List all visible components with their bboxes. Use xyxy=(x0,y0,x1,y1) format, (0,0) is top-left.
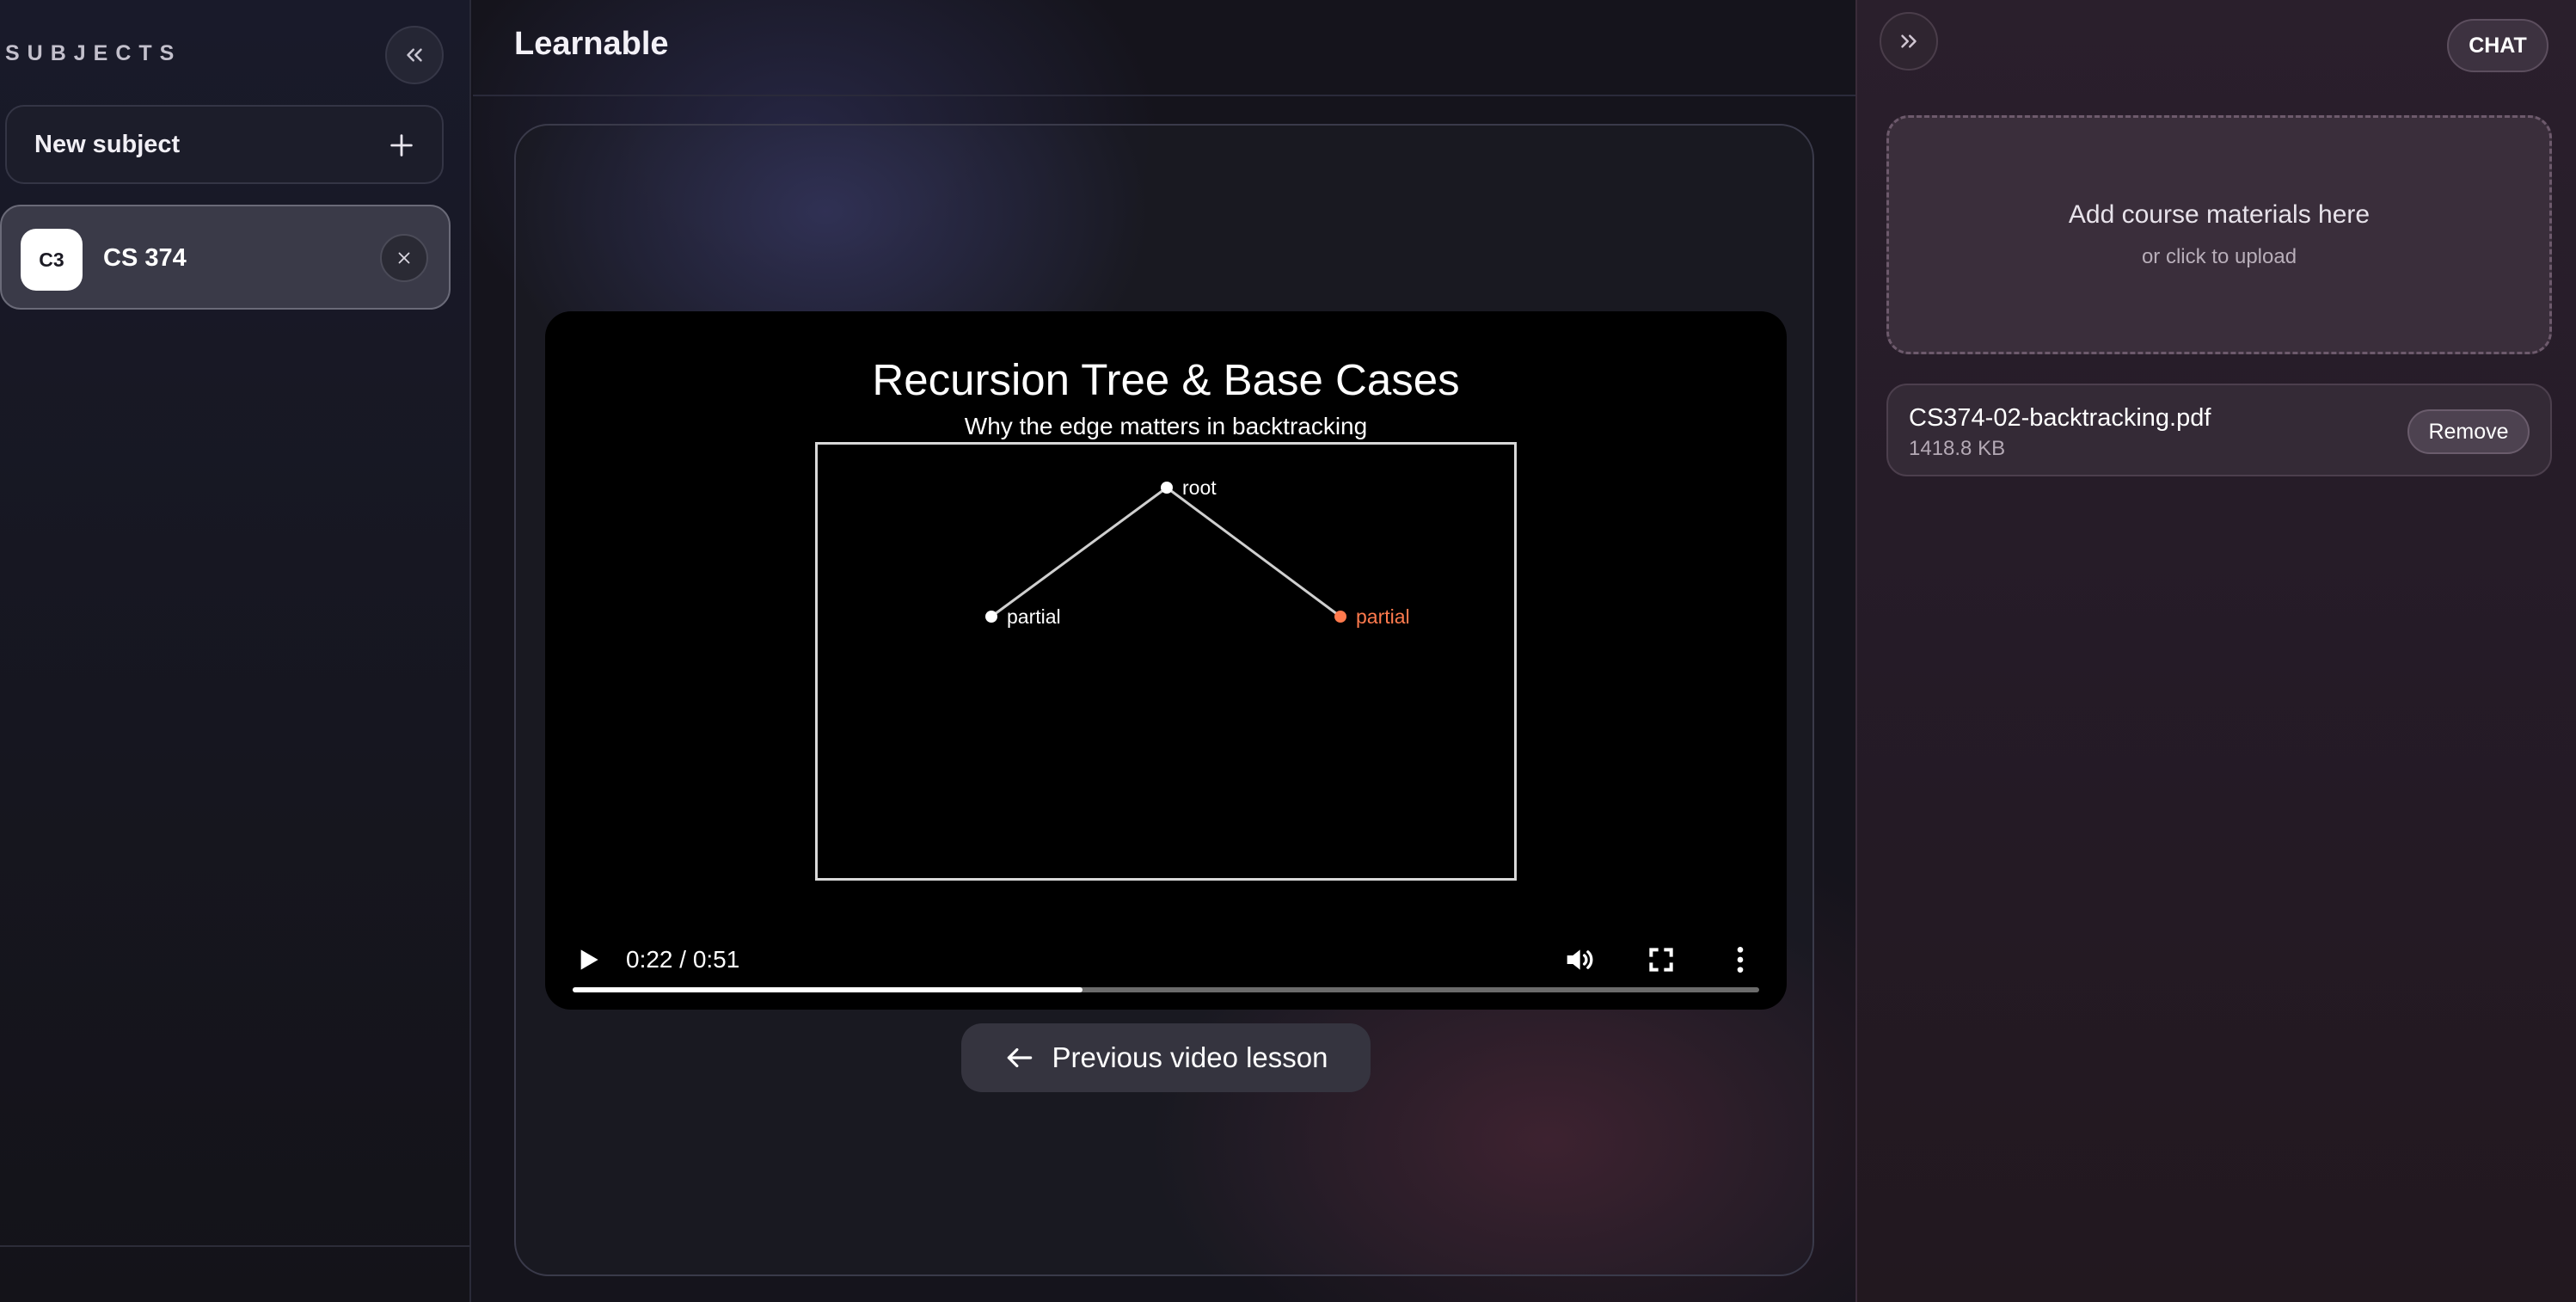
subject-name: CS 374 xyxy=(103,244,187,272)
chevrons-left-icon xyxy=(407,48,422,62)
previous-video-lesson-button[interactable]: Previous video lesson xyxy=(961,1023,1371,1092)
video-time: 0:22 / 0:51 xyxy=(626,946,740,973)
fullscreen-icon[interactable] xyxy=(1644,943,1678,977)
remove-subject-button[interactable] xyxy=(380,234,428,282)
subjects-heading: SUBJECTS xyxy=(5,41,182,65)
subjects-sidebar: SUBJECTS New subject C3 CS 374 xyxy=(0,0,471,1302)
slide-subtitle: Why the edge matters in backtracking xyxy=(964,413,1368,439)
slide-title: Recursion Tree & Base Cases xyxy=(872,355,1460,404)
tree-node-root-label: root xyxy=(1182,476,1217,499)
video-progress-bar[interactable] xyxy=(573,987,1759,992)
tree-edge-right xyxy=(1166,486,1341,618)
arrow-left-icon xyxy=(1008,1047,1033,1068)
tree-edge-left xyxy=(991,486,1168,618)
remove-file-button[interactable]: Remove xyxy=(2407,409,2530,454)
dropzone-title: Add course materials here xyxy=(2068,200,2371,229)
file-size: 1418.8 KB xyxy=(1909,437,2006,460)
play-icon[interactable] xyxy=(571,943,605,977)
collapse-sidebar-button[interactable] xyxy=(385,26,444,84)
top-bar: Learnable xyxy=(473,0,1855,96)
tree-node-right xyxy=(1334,611,1346,623)
plus-icon xyxy=(390,134,413,157)
collapse-panel-button[interactable] xyxy=(1880,12,1938,71)
more-vertical-icon[interactable] xyxy=(1723,943,1757,977)
main-content: Learnable Recursion Tree & Base Cases Wh… xyxy=(473,0,1855,1302)
slide-diagram-frame: root partial partial xyxy=(815,442,1517,881)
dropzone-subtitle: or click to upload xyxy=(2141,245,2297,268)
previous-video-lesson-label: Previous video lesson xyxy=(1052,1041,1328,1073)
chevrons-right-icon xyxy=(1901,34,1917,48)
recursion-tree-diagram: root partial partial xyxy=(985,476,1410,628)
new-subject-button[interactable]: New subject xyxy=(5,105,444,184)
tree-node-left xyxy=(985,611,997,623)
subject-item-cs374[interactable]: C3 CS 374 xyxy=(0,205,451,310)
materials-panel: CHAT Add course materials here or click … xyxy=(1855,0,2576,1302)
sidebar-divider xyxy=(0,1245,471,1247)
video-controls: 0:22 / 0:51 xyxy=(545,913,1787,1010)
video-player[interactable]: Recursion Tree & Base Cases Why the edge… xyxy=(545,311,1787,1010)
subject-avatar: C3 xyxy=(21,229,83,291)
tree-node-left-label: partial xyxy=(1007,605,1061,628)
close-icon xyxy=(398,252,410,264)
file-item: CS374-02-backtracking.pdf 1418.8 KB Remo… xyxy=(1886,384,2552,476)
upload-dropzone[interactable]: Add course materials here or click to up… xyxy=(1886,115,2552,354)
video-progress-fill xyxy=(573,987,1083,992)
lesson-stage: Recursion Tree & Base Cases Why the edge… xyxy=(514,124,1814,1276)
new-subject-label: New subject xyxy=(34,131,181,158)
volume-icon[interactable] xyxy=(1561,943,1596,977)
tree-node-root xyxy=(1161,482,1173,494)
chat-button[interactable]: CHAT xyxy=(2447,19,2548,72)
file-name: CS374-02-backtracking.pdf xyxy=(1909,404,2211,432)
app-title: Learnable xyxy=(514,26,669,62)
tree-node-right-label: partial xyxy=(1356,605,1410,628)
